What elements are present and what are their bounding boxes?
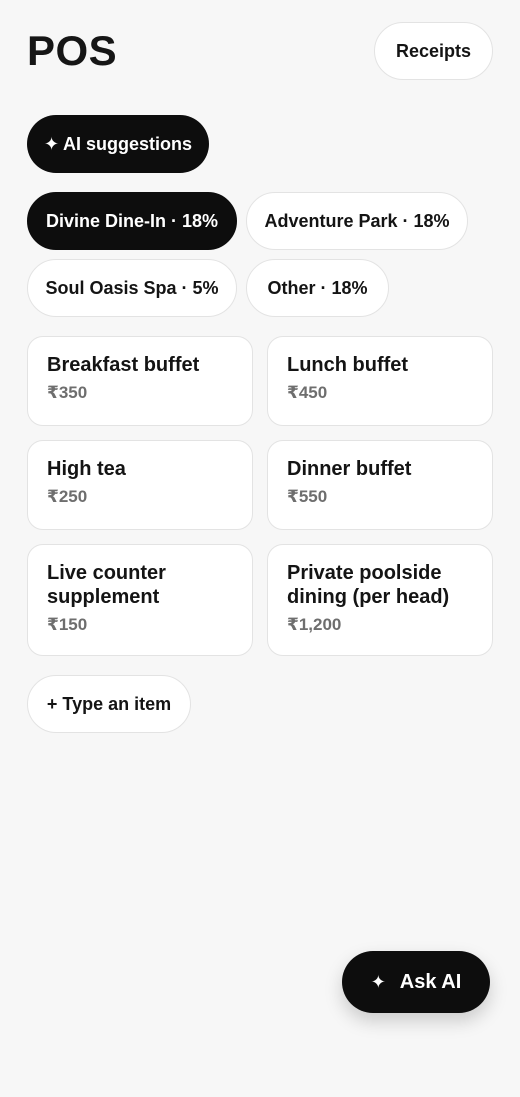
category-divine-dine-in[interactable]: Divine Dine-In · 18% [27,192,237,250]
page-title: POS [27,27,118,74]
item-price: ₹150 [47,615,88,634]
item-price: ₹1,200 [287,615,342,634]
item-card-live-counter-supplement[interactable]: Live counter supplement ₹150 [27,544,253,656]
item-price: ₹250 [47,487,88,506]
item-card-breakfast-buffet[interactable]: Breakfast buffet ₹350 [27,336,253,426]
item-name: Live counter supplement [47,562,166,608]
item-card-dinner-buffet[interactable]: Dinner buffet ₹550 [267,440,493,530]
item-name: Dinner buffet [287,458,412,480]
ai-suggestions-label: AI suggestions [63,133,193,154]
category-other[interactable]: Other · 18% [246,259,389,317]
item-card-lunch-buffet[interactable]: Lunch buffet ₹450 [267,336,493,426]
ask-ai-label: Ask AI [399,970,462,993]
item-name: Private poolside dining (per head) [287,562,450,608]
type-an-item-button[interactable]: + Type an item [27,675,191,733]
item-name: Lunch buffet [287,354,409,376]
item-card-high-tea[interactable]: High tea ₹250 [27,440,253,530]
header: POS Receipts [27,22,493,80]
category-adventure-park[interactable]: Adventure Park · 18% [246,192,468,250]
ask-ai-button[interactable]: ✦ Ask AI [342,951,490,1013]
receipts-button[interactable]: Receipts [374,22,493,80]
category-soul-oasis-spa[interactable]: Soul Oasis Spa · 5% [27,259,237,317]
item-price: ₹450 [287,383,328,402]
item-price: ₹350 [47,383,88,402]
item-name: Breakfast buffet [47,354,200,376]
item-card-private-poolside-dining[interactable]: Private poolside dining (per head) ₹1,20… [267,544,493,656]
item-name: High tea [47,458,126,480]
sparkle-icon: ✦ [43,133,60,154]
item-price: ₹550 [287,487,328,506]
sparkle-icon: ✦ [370,971,386,992]
ai-suggestions-button[interactable]: ✦ AI suggestions [27,115,209,173]
